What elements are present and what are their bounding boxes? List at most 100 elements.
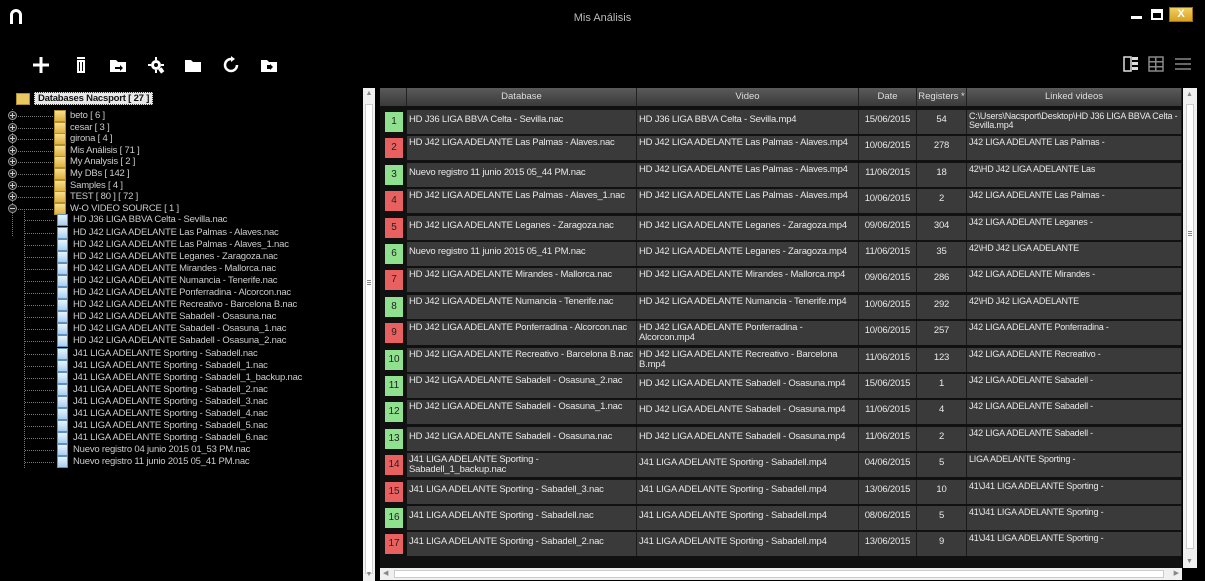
registers-cell[interactable]: 123 (917, 348, 967, 372)
tree-scrollbar[interactable]: ▲ ▼ (363, 88, 375, 581)
video-cell[interactable]: HD J42 LIGA ADELANTE Leganes - Zaragoza.… (637, 216, 859, 240)
delete-button[interactable] (70, 54, 92, 76)
scroll-thumb[interactable] (1186, 104, 1194, 549)
date-cell[interactable]: 04/06/2015 (859, 453, 917, 477)
close-button[interactable]: X (1169, 7, 1193, 22)
expand-icon[interactable] (8, 181, 17, 190)
linked-videos-cell[interactable]: LIGA ADELANTE Sporting - (967, 453, 1182, 477)
date-cell[interactable]: 09/06/2015 (859, 268, 917, 292)
scroll-right-icon[interactable]: ▶ (1174, 569, 1179, 577)
table-row[interactable]: 12 HD J42 LIGA ADELANTE Sabadell - Osasu… (380, 398, 1182, 424)
scroll-left-icon[interactable]: ◀ (383, 569, 388, 577)
linked-videos-cell[interactable]: J42 LIGA ADELANTE Recreativo - (967, 348, 1182, 372)
registers-cell[interactable]: 9 (917, 532, 967, 556)
linked-videos-cell[interactable]: 41\J41 LIGA ADELANTE Sporting - (967, 506, 1182, 530)
minimize-button[interactable] (1127, 7, 1145, 22)
database-cell[interactable]: HD J42 LIGA ADELANTE Leganes - Zaragoza.… (407, 216, 637, 240)
registers-cell[interactable]: 304 (917, 216, 967, 240)
linked-videos-cell[interactable]: 41\J41 LIGA ADELANTE Sporting - (967, 480, 1182, 504)
registers-cell[interactable]: 54 (917, 110, 967, 134)
database-cell[interactable]: HD J42 LIGA ADELANTE Sabadell - Osasuna_… (407, 374, 637, 398)
date-cell[interactable]: 10/06/2015 (859, 295, 917, 319)
database-cell[interactable]: HD J42 LIGA ADELANTE Sabadell - Osasuna.… (407, 427, 637, 451)
tree-root[interactable]: Databases Nacsport [ 27 ] (16, 92, 154, 105)
date-cell[interactable]: 09/06/2015 (859, 216, 917, 240)
linked-videos-cell[interactable]: J42 LIGA ADELANTE Las Palmas - (967, 136, 1182, 160)
open-folder-button[interactable] (182, 54, 204, 76)
export-folder-button[interactable] (258, 54, 280, 76)
linked-videos-cell[interactable]: J42 LIGA ADELANTE Sabadell - (967, 427, 1182, 451)
column-header-linked-videos[interactable]: Linked videos (967, 88, 1182, 106)
maximize-button[interactable] (1148, 7, 1166, 22)
video-cell[interactable]: HD J42 LIGA ADELANTE Las Palmas - Alaves… (637, 189, 859, 213)
video-cell[interactable]: HD J42 LIGA ADELANTE Las Palmas - Alaves… (637, 163, 859, 187)
table-row[interactable]: 11 HD J42 LIGA ADELANTE Sabadell - Osasu… (380, 372, 1182, 398)
registers-cell[interactable]: 5 (917, 506, 967, 530)
database-cell[interactable]: J41 LIGA ADELANTE Sporting - Sabadell_2.… (407, 532, 637, 556)
scroll-up-icon[interactable]: ▲ (365, 90, 373, 98)
linked-videos-cell[interactable]: 42\HD J42 LIGA ADELANTE (967, 295, 1182, 319)
refresh-button[interactable] (220, 54, 242, 76)
registers-cell[interactable]: 5 (917, 453, 967, 477)
table-row[interactable]: 9 HD J42 LIGA ADELANTE Ponferradina - Al… (380, 319, 1182, 345)
video-cell[interactable]: J41 LIGA ADELANTE Sporting - Sabadell.mp… (637, 506, 859, 530)
video-cell[interactable]: HD J42 LIGA ADELANTE Sabadell - Osasuna.… (637, 374, 859, 398)
date-cell[interactable]: 11/06/2015 (859, 163, 917, 187)
table-row[interactable]: 16 J41 LIGA ADELANTE Sporting - Sabadell… (380, 504, 1182, 530)
date-cell[interactable]: 11/06/2015 (859, 242, 917, 266)
video-cell[interactable]: HD J42 LIGA ADELANTE Mirandes - Mallorca… (637, 268, 859, 292)
expand-icon[interactable] (8, 169, 17, 178)
linked-videos-cell[interactable]: J42 LIGA ADELANTE Sabadell - (967, 374, 1182, 398)
linked-videos-cell[interactable]: J42 LIGA ADELANTE Mirandes - (967, 268, 1182, 292)
database-cell[interactable]: HD J42 LIGA ADELANTE Las Palmas - Alaves… (407, 189, 637, 213)
video-cell[interactable]: HD J36 LIGA BBVA Celta - Sevilla.mp4 (637, 110, 859, 134)
date-cell[interactable]: 13/06/2015 (859, 480, 917, 504)
registers-cell[interactable]: 10 (917, 480, 967, 504)
settings-button[interactable] (145, 54, 167, 76)
date-cell[interactable]: 13/06/2015 (859, 532, 917, 556)
date-cell[interactable]: 10/06/2015 (859, 189, 917, 213)
collapse-icon[interactable] (8, 204, 17, 213)
table-row[interactable]: 15 J41 LIGA ADELANTE Sporting - Sabadell… (380, 478, 1182, 504)
table-row[interactable]: 2 HD J42 LIGA ADELANTE Las Palmas - Alav… (380, 134, 1182, 160)
add-database-button[interactable] (30, 54, 52, 76)
video-cell[interactable]: HD J42 LIGA ADELANTE Recreativo - Barcel… (637, 348, 859, 372)
registers-cell[interactable]: 4 (917, 400, 967, 424)
date-cell[interactable]: 10/06/2015 (859, 321, 917, 345)
database-cell[interactable]: HD J42 LIGA ADELANTE Sabadell - Osasuna_… (407, 400, 637, 424)
registers-cell[interactable]: 35 (917, 242, 967, 266)
expand-icon[interactable] (8, 192, 17, 201)
video-cell[interactable]: HD J42 LIGA ADELANTE Numancia - Tenerife… (637, 295, 859, 319)
registers-cell[interactable]: 2 (917, 427, 967, 451)
table-row[interactable]: 17 J41 LIGA ADELANTE Sporting - Sabadell… (380, 530, 1182, 556)
table-row[interactable]: 4 HD J42 LIGA ADELANTE Las Palmas - Alav… (380, 187, 1182, 213)
database-cell[interactable]: Nuevo registro 11 junio 2015 05_41 PM.na… (407, 242, 637, 266)
column-header-video[interactable]: Video (637, 88, 859, 106)
linked-videos-cell[interactable]: C:\Users\Nacsport\Desktop\HD J36 LIGA BB… (967, 110, 1182, 134)
expand-icon[interactable] (8, 146, 17, 155)
scroll-down-icon[interactable]: ▼ (1186, 558, 1193, 565)
database-cell[interactable]: HD J36 LIGA BBVA Celta - Sevilla.nac (407, 110, 637, 134)
databases-grid[interactable]: Database Video Date Registers * Linked v… (380, 88, 1182, 568)
grid-view-icon[interactable] (1147, 55, 1165, 73)
date-cell[interactable]: 15/06/2015 (859, 374, 917, 398)
linked-videos-cell[interactable]: J42 LIGA ADELANTE Leganes - (967, 216, 1182, 240)
scroll-down-icon[interactable]: ▼ (365, 571, 373, 579)
database-tree[interactable]: Databases Nacsport [ 27 ] beto [ 6 ] ces… (8, 88, 360, 581)
column-header-registers[interactable]: Registers * (917, 88, 967, 106)
table-row[interactable]: 3 Nuevo registro 11 junio 2015 05_44 PM.… (380, 161, 1182, 187)
table-row[interactable]: 1 HD J36 LIGA BBVA Celta - Sevilla.nac H… (380, 108, 1182, 134)
registers-cell[interactable]: 278 (917, 136, 967, 160)
column-header-database[interactable]: Database (407, 88, 637, 106)
registers-cell[interactable]: 292 (917, 295, 967, 319)
database-cell[interactable]: J41 LIGA ADELANTE Sporting - Sabadell_1_… (407, 453, 637, 477)
scroll-up-icon[interactable]: ▲ (1186, 91, 1193, 98)
linked-videos-cell[interactable]: 42\HD J42 LIGA ADELANTE (967, 242, 1182, 266)
table-row[interactable]: 7 HD J42 LIGA ADELANTE Mirandes - Mallor… (380, 266, 1182, 292)
date-cell[interactable]: 11/06/2015 (859, 400, 917, 424)
registers-cell[interactable]: 286 (917, 268, 967, 292)
table-row[interactable]: 10 HD J42 LIGA ADELANTE Recreativo - Bar… (380, 346, 1182, 372)
table-row[interactable]: 5 HD J42 LIGA ADELANTE Leganes - Zaragoz… (380, 214, 1182, 240)
date-cell[interactable]: 10/06/2015 (859, 136, 917, 160)
date-cell[interactable]: 08/06/2015 (859, 506, 917, 530)
